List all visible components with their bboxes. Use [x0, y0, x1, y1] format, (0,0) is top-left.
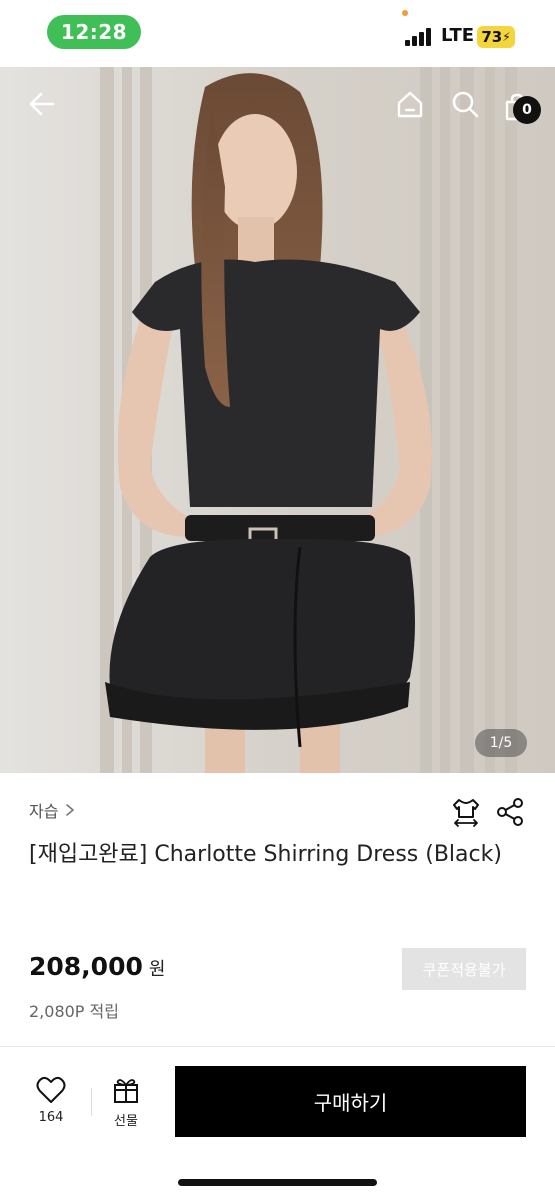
home-icon [397, 91, 423, 118]
product-title: [재입고완료] Charlotte Shirring Dress (Black) [29, 842, 502, 867]
product-price: 208,000 [29, 952, 143, 981]
divider [0, 1046, 555, 1047]
share-icon [497, 798, 523, 826]
bottom-bar-separator [91, 1088, 92, 1116]
network-label: LTE [441, 25, 475, 46]
brand-name: 자습 [29, 802, 59, 821]
coupon-button[interactable]: 쿠폰적용불가 [402, 948, 526, 990]
back-button[interactable] [22, 84, 62, 124]
home-indicator [178, 1179, 377, 1186]
signal-icon [405, 28, 435, 46]
like-button[interactable]: 164 [25, 1076, 77, 1132]
chevron-right-icon [66, 804, 75, 816]
cart-count-badge: 0 [513, 96, 541, 124]
share-button[interactable] [493, 795, 527, 829]
back-arrow-icon [29, 92, 55, 116]
battery-level: 73 [481, 28, 503, 46]
search-button[interactable] [445, 84, 485, 124]
size-info-button[interactable] [449, 795, 483, 829]
gift-label: 선물 [114, 1114, 138, 1129]
gift-button[interactable]: 선물 [100, 1076, 152, 1132]
gallery-page-indicator: 1/5 [475, 729, 527, 757]
price-row: 208,000 원 [29, 952, 165, 981]
gift-icon [114, 1079, 138, 1103]
privacy-indicator-dot [402, 10, 408, 16]
buy-button[interactable]: 구매하기 [175, 1066, 526, 1137]
brand-link[interactable]: 자습 [29, 798, 76, 822]
battery-icon: 73 ⚡ [477, 26, 515, 48]
status-bar: 12:28 LTE 73 ⚡ [0, 0, 555, 67]
price-currency: 원 [148, 959, 166, 980]
product-photo [0, 67, 555, 773]
tshirt-size-icon [453, 799, 479, 827]
heart-icon [36, 1076, 66, 1103]
product-image-gallery[interactable]: 0 1/5 [0, 67, 555, 773]
status-time: 12:28 [47, 15, 141, 49]
reward-points: 2,080P 적립 [29, 1002, 119, 1021]
search-icon [452, 91, 479, 118]
like-count: 164 [38, 1110, 64, 1125]
home-button[interactable] [390, 84, 430, 124]
